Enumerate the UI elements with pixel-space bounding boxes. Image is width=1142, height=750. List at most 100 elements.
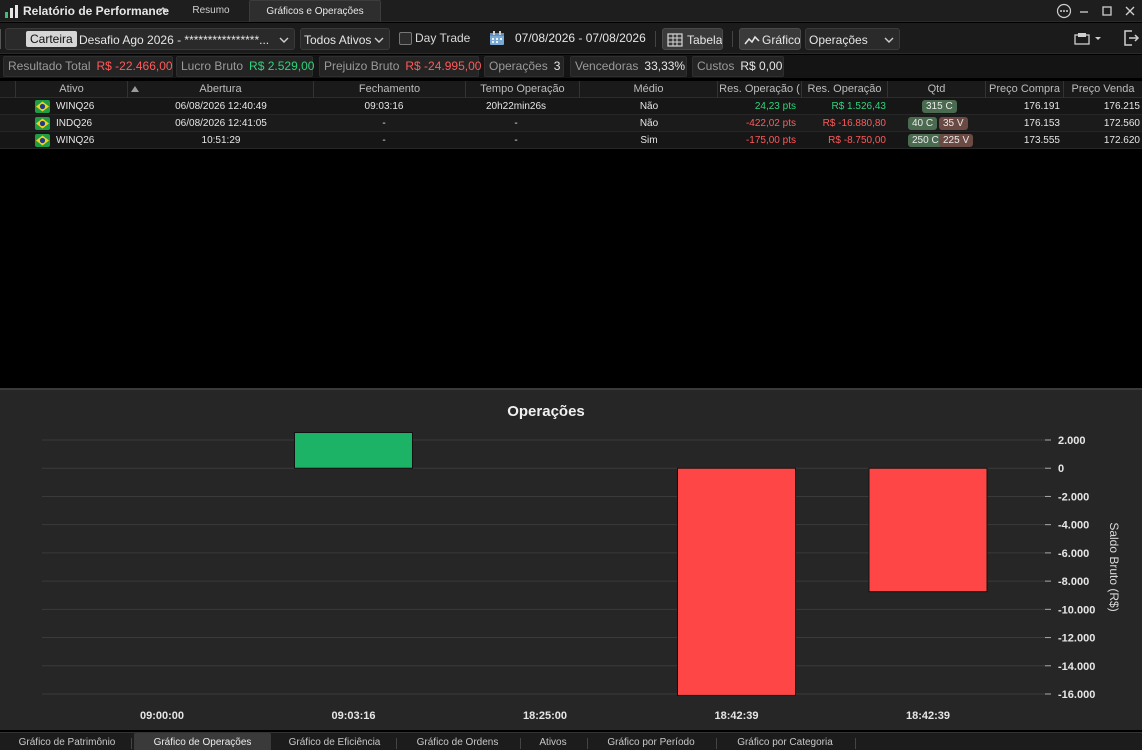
qtd-venda-badge: 225 V [939,134,974,147]
chevron-down-icon [884,37,894,43]
cell-preco-venda: 172.560 [1103,118,1140,129]
cell-medio: Não [639,101,659,112]
column-preco-compra[interactable]: Preço Compra [986,81,1064,98]
daytrade-checkbox[interactable] [399,32,412,45]
cell-medio: Não [639,118,659,129]
carteira-value: Desafio Ago 2026 - ****************... [79,33,270,47]
column-medio[interactable]: Médio [580,81,718,98]
stat-resultado-total: Resultado Total R$ -22.466,00 [3,56,173,77]
print-icon[interactable] [1073,31,1101,47]
column-ativo[interactable]: Ativo [16,81,128,98]
column-tempo[interactable]: Tempo Operação [466,81,580,98]
cell-tempo: 20h22min26s [485,101,547,112]
tabela-button[interactable]: Tabela [662,28,723,50]
cell-ativo: WINQ26 [56,135,95,146]
column-res-pts[interactable]: Res. Operação ( [718,81,802,98]
ativos-select[interactable]: Todos Ativos [300,28,390,50]
table-row[interactable]: WINQ26 06/08/2026 12:40:49 09:03:16 20h22mi… [0,98,1142,115]
separator [732,31,733,47]
chevron-down-icon [279,37,289,43]
chart-panel: Operações 2.000 0 -2.000 -4.000 -6.000 -8.000 -… [0,388,1142,730]
qtd-compra-badge: 250 C [908,134,943,147]
column-qtd[interactable]: Qtd [888,81,986,98]
maximize-icon[interactable] [1098,2,1116,20]
qtd-compra-badge: 315 C [922,100,957,113]
cell-res-pts: 24,23 pts [754,101,796,112]
grafico-button[interactable]: Gráfico [739,28,801,50]
stats-bar: Resultado Total R$ -22.466,00 Lucro Bruto… [0,55,1142,78]
chart-bar [868,467,988,593]
cell-res-rs: R$ -8.750,00 [828,135,886,146]
separator [655,31,656,47]
grafico-label: Gráfico [762,33,801,47]
date-range[interactable]: 07/08/2026 - 07/08/2026 [515,31,646,45]
tab-resumo[interactable]: Resumo [180,0,242,22]
cell-abertura: 06/08/2026 12:41:05 [175,118,267,129]
y-tick-label: -10.000 [1058,604,1095,616]
x-tick-label: 18:42:39 [906,710,950,722]
cell-fechamento: - [382,118,386,129]
y-tick-label: -2.000 [1058,491,1089,503]
y-tick-label: 0 [1058,463,1064,475]
y-tick-label: -8.000 [1058,576,1089,588]
exit-icon[interactable] [1122,29,1140,47]
operacoes-value: Operações [809,33,868,47]
cell-preco-venda: 176.215 [1103,101,1140,112]
stat-operacoes: Operações 3 [484,56,564,77]
cell-preco-compra: 176.153 [1023,118,1060,129]
column-res-rs[interactable]: Res. Operação [802,81,888,98]
x-tick-label: 09:03:16 [331,710,375,722]
column-abertura[interactable]: Abertura [128,81,314,98]
tab-grafico-patrimonio[interactable]: Gráfico de Patrimônio [8,733,126,750]
cell-ativo: INDQ26 [56,118,93,129]
tab-separator [520,738,521,749]
bottom-tab-bar: Gráfico de Patrimônio Gráfico de Operaçõ… [0,732,1142,750]
tab-grafico-categoria[interactable]: Gráfico por Categoria [719,733,851,750]
y-tick-label: -6.000 [1058,548,1089,560]
brazil-flag-icon [35,134,50,147]
tab-graficos-operacoes[interactable]: Gráficos e Operações [249,0,381,22]
carteira-select[interactable]: Carteira Desafio Ago 2026 - ************… [5,28,295,50]
x-tick-label: 09:00:00 [140,710,184,722]
cell-abertura: 10:51:29 [201,135,241,146]
calendar-icon[interactable] [489,30,505,46]
y-tick-label: 2.000 [1058,435,1086,447]
close-icon[interactable] [1121,2,1139,20]
column-preco-venda[interactable]: Preço Venda [1064,81,1142,98]
chevron-up-icon[interactable] [157,4,169,16]
x-tick-label: 18:25:00 [523,710,567,722]
tab-ativos[interactable]: Ativos [523,733,583,750]
ativos-value: Todos Ativos [304,33,372,47]
tab-grafico-ordens[interactable]: Gráfico de Ordens [400,733,515,750]
x-tick-label: 18:42:39 [714,710,758,722]
cell-fechamento: 09:03:16 [364,101,404,112]
cell-res-pts: -175,00 pts [745,135,796,146]
operacoes-select[interactable]: Operações [805,28,900,50]
tab-grafico-operacoes[interactable]: Gráfico de Operações [134,733,271,750]
sort-up-icon [131,86,139,92]
operations-table: Ativo Abertura Fechamento Tempo Operação… [0,81,1142,387]
chart-bar [294,432,413,469]
toolbar: Carteira Desafio Ago 2026 - ************… [0,23,1142,54]
cell-tempo: - [514,118,518,129]
tab-grafico-periodo[interactable]: Gráfico por Período [590,733,712,750]
cell-abertura: 06/08/2026 12:40:49 [175,101,267,112]
app-chart-icon [5,5,18,18]
y-tick-label: -14.000 [1058,661,1095,673]
tab-separator [716,738,717,749]
cell-medio: Sim [640,135,658,146]
operations-chart: Operações 2.000 0 -2.000 -4.000 -6.000 -8.000 -… [42,403,1121,722]
cell-preco-compra: 176.191 [1023,101,1060,112]
qtd-venda-badge: 35 V [939,117,968,130]
chevron-down-icon [374,37,384,43]
y-tick-label: -12.000 [1058,633,1095,645]
table-row[interactable]: INDQ26 06/08/2026 12:41:05 - - Não -422,02 pt… [0,115,1142,132]
tab-separator [587,738,588,749]
table-row[interactable]: WINQ26 10:51:29 - - Sim -175,00 pts R$ -8.750,… [0,132,1142,149]
minimize-icon[interactable] [1075,2,1093,20]
tab-grafico-eficiencia[interactable]: Gráfico de Eficiência [277,733,392,750]
column-fechamento[interactable]: Fechamento [314,81,466,98]
cell-preco-venda: 172.620 [1103,135,1140,146]
title-bar: Relatório de Performance Resumo Gráficos… [0,0,1142,22]
more-icon[interactable] [1055,2,1073,20]
